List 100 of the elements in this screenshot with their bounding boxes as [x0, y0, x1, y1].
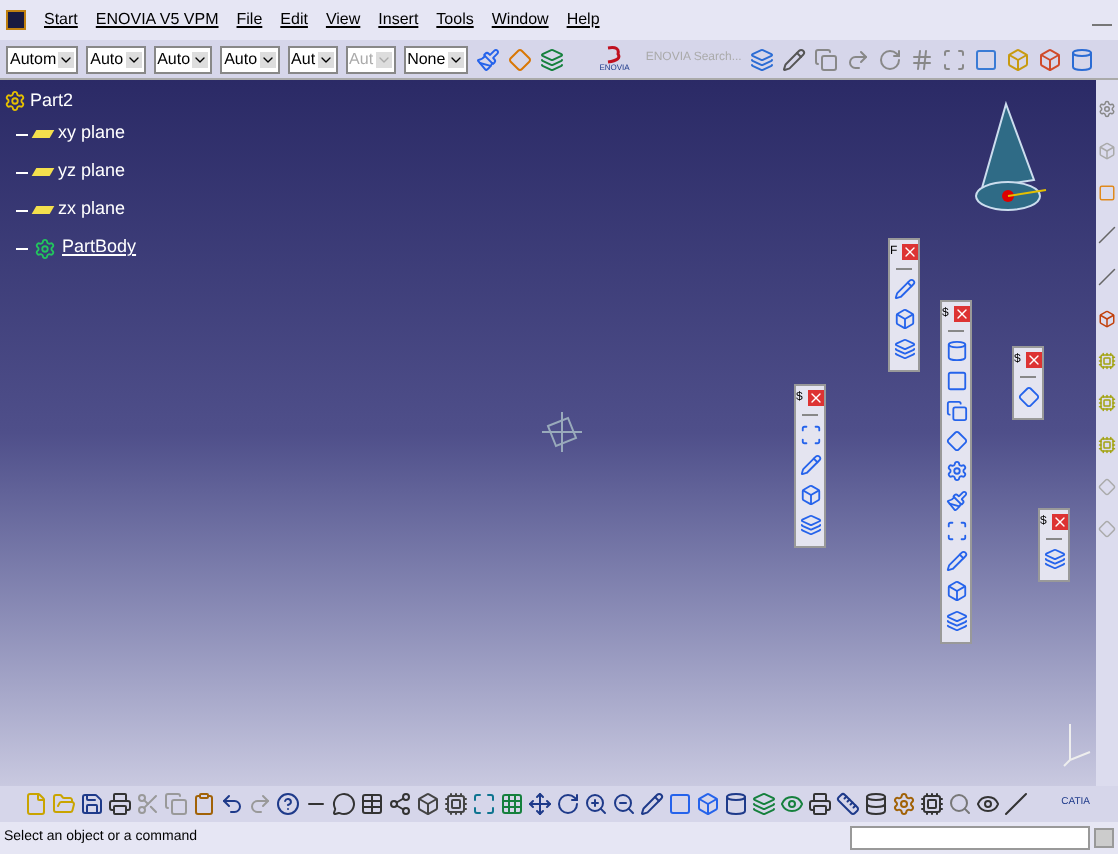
normal-view-icon[interactable] [640, 792, 664, 816]
menu-item[interactable]: Window [491, 8, 549, 32]
view-icon[interactable] [668, 792, 692, 816]
layers-icon[interactable] [752, 792, 776, 816]
tool-icon[interactable] [799, 454, 821, 476]
part-icon[interactable] [4, 90, 26, 113]
cylinder-icon[interactable] [724, 792, 748, 816]
tool-icon[interactable] [799, 424, 821, 446]
menu-item[interactable]: Insert [378, 8, 419, 32]
menu-item[interactable]: View [325, 8, 361, 32]
fit-all-icon[interactable] [472, 792, 496, 816]
command-input[interactable] [850, 826, 1090, 850]
dropdown-arrow-icon[interactable] [58, 51, 75, 67]
style-dropdown[interactable]: Aut [287, 45, 338, 73]
close-icon[interactable] [1026, 352, 1042, 368]
diamond-icon[interactable] [507, 47, 532, 71]
line-icon[interactable] [1098, 226, 1116, 244]
zoom-in-icon[interactable] [584, 792, 608, 816]
box-icon[interactable] [1098, 310, 1116, 328]
dropdown-arrow-icon[interactable] [125, 51, 142, 67]
plane-icon[interactable] [31, 206, 55, 214]
save-icon[interactable] [80, 792, 104, 816]
tool-icon[interactable] [945, 580, 967, 602]
dropdown-arrow-icon[interactable] [447, 51, 464, 67]
tool-icon[interactable] [945, 490, 967, 512]
tool-icon[interactable] [893, 308, 915, 330]
close-icon[interactable] [1052, 514, 1068, 530]
tool-icon[interactable] [945, 430, 967, 452]
pan-icon[interactable] [528, 792, 552, 816]
layers-icon[interactable] [539, 47, 564, 71]
menu-item[interactable]: Tools [436, 8, 474, 32]
paste-icon[interactable] [192, 792, 216, 816]
hide-show-icon[interactable] [780, 792, 804, 816]
print-icon[interactable] [808, 792, 832, 816]
table-icon[interactable] [360, 792, 384, 816]
dropdown-arrow-icon[interactable] [192, 51, 209, 67]
style-dropdown[interactable]: Autom [6, 45, 79, 73]
tool-icon[interactable] [1017, 386, 1039, 408]
tool-icon[interactable] [945, 400, 967, 422]
plane-icon[interactable] [31, 130, 55, 138]
database-icon[interactable] [864, 792, 888, 816]
redo-icon[interactable] [845, 47, 870, 71]
tree-icon[interactable] [388, 792, 412, 816]
style-dropdown[interactable]: Auto [153, 45, 213, 73]
axis-icon[interactable] [1004, 792, 1028, 816]
snap-icon[interactable] [941, 47, 966, 71]
dropdown-arrow-icon[interactable] [317, 51, 334, 67]
chip-icon[interactable] [444, 792, 468, 816]
help-icon[interactable] [276, 792, 300, 816]
measure-icon[interactable] [836, 792, 860, 816]
tool-icon[interactable] [893, 278, 915, 300]
menu-item[interactable]: ENOVIA V5 VPM [95, 8, 219, 32]
tree-node[interactable]: PartBody [62, 234, 137, 262]
tree-node[interactable]: zx plane [58, 196, 126, 224]
rotate-icon[interactable] [556, 792, 580, 816]
cylinder-icon[interactable] [1069, 47, 1094, 71]
undo-icon[interactable] [220, 792, 244, 816]
plane-icon[interactable] [31, 168, 55, 176]
menu-item[interactable]: Start [44, 8, 78, 32]
close-icon[interactable] [902, 244, 918, 260]
printer-icon[interactable] [108, 792, 132, 816]
grid-icon[interactable] [909, 47, 934, 71]
tool-icon[interactable] [945, 370, 967, 392]
dropdown-arrow-icon[interactable] [259, 51, 276, 67]
chip-icon[interactable] [920, 792, 944, 816]
settings-icon[interactable] [1098, 100, 1116, 118]
grid-icon[interactable] [500, 792, 524, 816]
tree-node[interactable]: Part2 [30, 88, 74, 115]
tool-icon[interactable] [1043, 548, 1065, 570]
app-icon[interactable] [6, 10, 26, 30]
eye-icon[interactable] [976, 792, 1000, 816]
tool-icon[interactable] [945, 460, 967, 482]
tool-icon[interactable] [799, 514, 821, 536]
copy-icon[interactable] [813, 47, 838, 71]
tool-icon[interactable] [799, 484, 821, 506]
style-dropdown[interactable]: Auto [86, 45, 146, 73]
brush-icon[interactable] [475, 47, 500, 71]
style-dropdown[interactable]: Auto [220, 45, 280, 73]
tool-icon[interactable] [945, 550, 967, 572]
cube-icon[interactable] [696, 792, 720, 816]
body-icon[interactable] [34, 237, 56, 259]
box-icon[interactable] [416, 792, 440, 816]
tool-icon[interactable] [945, 610, 967, 632]
comment-icon[interactable] [332, 792, 356, 816]
menu-item[interactable]: File [236, 8, 263, 32]
tool-icon[interactable] [945, 340, 967, 362]
tree-node[interactable]: xy plane [58, 120, 126, 148]
tool-icon[interactable] [893, 338, 915, 360]
layers-icon[interactable] [749, 47, 774, 71]
square-icon[interactable] [973, 47, 998, 71]
pencil-icon[interactable] [781, 47, 806, 71]
zoom-out-icon[interactable] [612, 792, 636, 816]
menu-item[interactable]: Edit [280, 8, 308, 32]
menu-item[interactable]: Help [566, 8, 600, 32]
box-icon[interactable] [1037, 47, 1062, 71]
close-icon[interactable] [954, 306, 970, 322]
tree-node[interactable]: yz plane [58, 158, 126, 186]
close-icon[interactable] [808, 390, 824, 406]
line-icon[interactable] [1098, 268, 1116, 286]
style-dropdown[interactable]: None [403, 45, 468, 73]
